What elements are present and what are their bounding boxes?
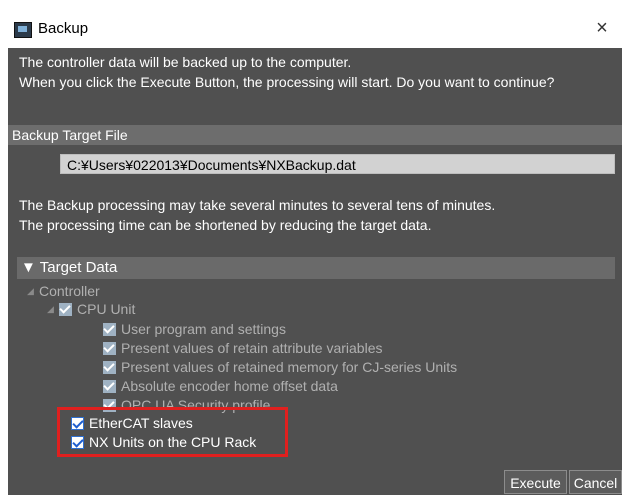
tree-item-encoder-offset[interactable]: Absolute encoder home offset data [103,377,338,395]
confirm-message-line1: The controller data will be backed up to… [19,54,352,70]
app-icon [14,22,32,38]
tree-label-cpu-unit: CPU Unit [77,301,136,317]
tree-label-encoder-offset: Absolute encoder home offset data [121,378,338,394]
tree-label-controller: Controller [39,283,100,299]
note-line2: The processing time can be shortened by … [19,217,432,233]
tree-item-retained-memory[interactable]: Present values of retained memory for CJ… [103,358,457,376]
close-button[interactable]: × [590,16,614,40]
tree-item-controller[interactable]: ◢ Controller [27,282,100,300]
target-data-header[interactable]: ▼ Target Data [17,257,615,279]
checkbox-cpu-unit[interactable] [59,303,72,316]
tree-item-retain-variables[interactable]: Present values of retain attribute varia… [103,339,382,357]
tree-item-user-program[interactable]: User program and settings [103,320,286,338]
checkbox-user-program[interactable] [103,323,116,336]
highlight-annotation [57,407,288,457]
note-line1: The Backup processing may take several m… [19,197,496,213]
expand-icon[interactable]: ◢ [47,300,59,318]
tree-label-retained-memory: Present values of retained memory for CJ… [121,359,458,375]
tree-item-cpu-unit[interactable]: ◢ CPU Unit [47,300,135,318]
expand-icon[interactable]: ◢ [27,282,39,300]
tree-label-retain-variables: Present values of retain attribute varia… [121,340,383,356]
checkbox-encoder-offset[interactable] [103,380,116,393]
checkbox-retained-memory[interactable] [103,361,116,374]
tree-label-user-program: User program and settings [121,321,286,337]
cancel-button[interactable]: Cancel [569,470,622,494]
execute-button[interactable]: Execute [504,470,567,494]
checkbox-retain-variables[interactable] [103,342,116,355]
title-bar: Backup × [8,10,622,48]
dialog-title: Backup [38,20,89,37]
confirm-message-line2: When you click the Execute Button, the p… [19,74,555,90]
backup-target-label: Backup Target File [8,125,622,145]
backup-path-field[interactable]: C:¥Users¥022013¥Documents¥NXBackup.dat [60,154,615,174]
